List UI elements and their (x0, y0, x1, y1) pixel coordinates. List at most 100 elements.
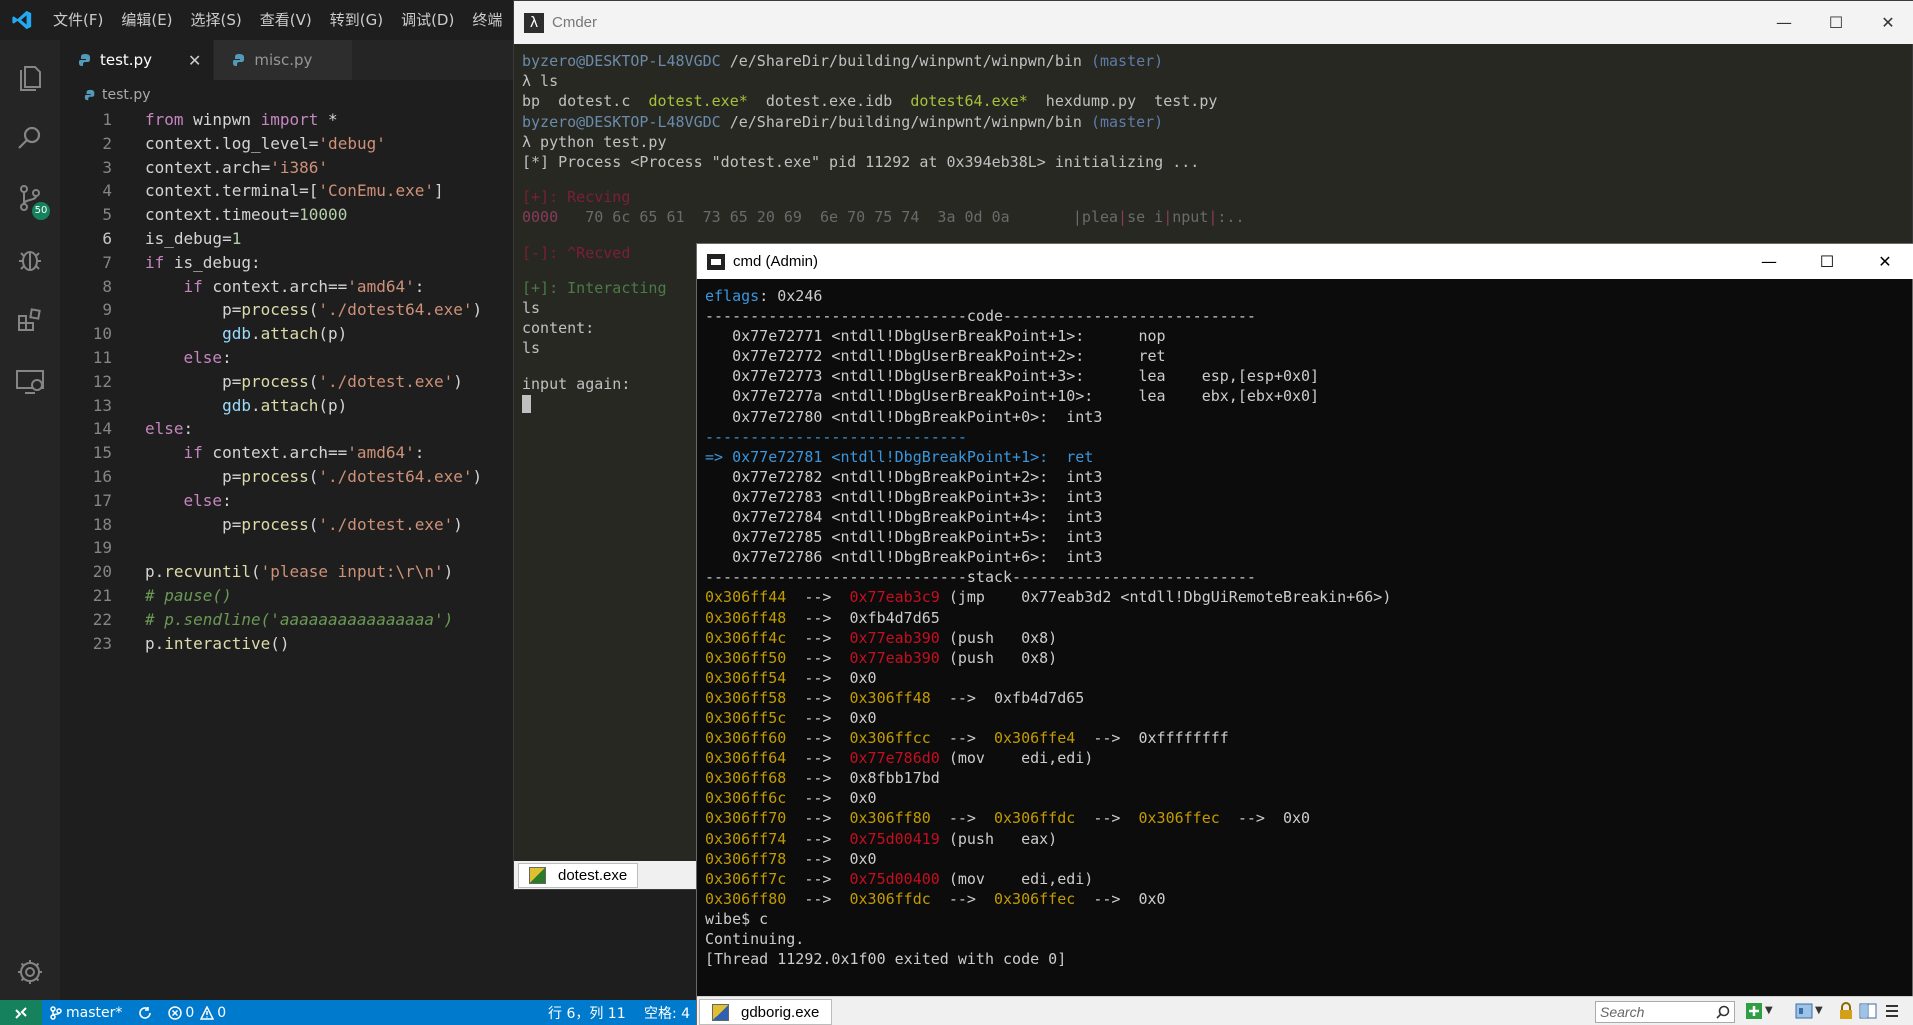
terminal-line: 0x306ff4c --> 0x77eab390 (push 0x8) (705, 628, 1905, 648)
split-view-icon[interactable] (1859, 1002, 1877, 1020)
menu-bar: 文件(F) 编辑(E) 选择(S) 查看(V) 转到(G) 调试(D) 终端 (44, 0, 511, 40)
code-line[interactable]: 6 is_debug=1 (60, 227, 520, 251)
search-icon[interactable] (0, 108, 60, 168)
dropdown-arrow-icon[interactable]: ▼ (1765, 1002, 1783, 1020)
code-line[interactable]: 9 p=process('./dotest64.exe') (60, 298, 520, 322)
terminal-line: 0x306ff78 --> 0x0 (705, 849, 1905, 869)
terminal-text: --> (930, 809, 994, 828)
cursor-position[interactable]: 行 6，列 11 (540, 1003, 634, 1023)
minimize-icon[interactable]: — (1740, 244, 1798, 279)
menu-lines-icon[interactable] (1883, 1002, 1901, 1020)
close-icon[interactable]: ✕ (188, 51, 201, 70)
line-number: 2 (102, 133, 112, 153)
terminal-text: [-]: ^Recved (522, 243, 631, 262)
terminal-text: :.. (1217, 208, 1245, 227)
menu-file[interactable]: 文件(F) (44, 0, 112, 40)
terminal-text: 0x77e72772 <ntdll!DbgUserBreakPoint+2>: … (705, 347, 1166, 366)
code-editor[interactable]: 1 from winpwn import * 2 context.log_level=… (60, 108, 520, 998)
code-line[interactable]: 18 p=process('./dotest.exe') (60, 513, 520, 537)
line-number: 11 (92, 347, 112, 367)
terminal-text: 0x77e72782 <ntdll!DbgBreakPoint+2>: int3 (705, 467, 1103, 486)
source-control-icon[interactable]: 50 (0, 168, 60, 228)
code-line[interactable]: 5 context.timeout=10000 (60, 203, 520, 227)
menu-edit[interactable]: 编辑(E) (112, 0, 181, 40)
code-line[interactable]: 2 context.log_level='debug' (60, 132, 520, 156)
search-icon (1716, 1005, 1730, 1019)
menu-selection[interactable]: 选择(S) (182, 0, 251, 40)
menu-debug[interactable]: 调试(D) (392, 0, 463, 40)
menu-go[interactable]: 转到(G) (321, 0, 392, 40)
explorer-icon[interactable] (0, 46, 60, 106)
terminal-line: 0x306ff44 --> 0x77eab3c9 (jmp 0x77eab3d2… (705, 587, 1905, 607)
code-line[interactable]: 10 gdb.attach(p) (60, 322, 520, 346)
menu-view[interactable]: 查看(V) (251, 0, 321, 40)
terminal-line: 0x306ff80 --> 0x306ffdc --> 0x306ffec --… (705, 889, 1905, 909)
code-line[interactable]: 8 if context.arch=='amd64': (60, 275, 520, 299)
maximize-icon[interactable]: ☐ (1810, 1, 1862, 44)
tab-test-py[interactable]: test.py ✕ (60, 40, 215, 80)
cmder-lambda-icon: λ (524, 12, 544, 33)
code-line[interactable]: 20 p.recvuntil('please input:\r\n') (60, 560, 520, 584)
terminal-text: byzero@DESKTOP-L48VGDC (522, 52, 721, 70)
close-icon[interactable]: ✕ (1862, 1, 1913, 44)
maximize-icon[interactable]: ☐ (1798, 244, 1856, 279)
dropdown-arrow-icon[interactable]: ▼ (1815, 1002, 1833, 1020)
terminal-text: --> (786, 869, 850, 888)
terminal-text: ----------------------------- (705, 427, 967, 446)
code-line[interactable]: 21 # pause() (60, 584, 520, 608)
terminal-text: Continuing. (705, 930, 805, 948)
breadcrumb-file: test.py (102, 87, 151, 103)
terminal-text: 0x306ff7c (705, 869, 787, 888)
terminal-text: /e/ShareDir/building/winpwnt/winpwn/bin (720, 112, 1091, 131)
search-input[interactable]: Search (1595, 1001, 1735, 1023)
console-list-icon[interactable] (1795, 1002, 1813, 1020)
new-console-icon[interactable] (1745, 1002, 1763, 1020)
cmder-tab-label: dotest.exe (558, 867, 628, 884)
lock-icon[interactable] (1837, 1002, 1855, 1020)
minimize-icon[interactable]: — (1758, 1, 1810, 44)
gdborig-console-tab[interactable]: gdborig.exe (699, 999, 833, 1025)
cmd-title-bar[interactable]: cmd (Admin) — ☐ ✕ (697, 244, 1913, 279)
breadcrumb[interactable]: test.py (60, 84, 151, 106)
terminal-line: 0x77e72785 <ntdll!DbgBreakPoint+5>: int3 (705, 527, 1905, 547)
code-line[interactable]: 15 if context.arch=='amd64': (60, 441, 520, 465)
code-line[interactable]: 12 p=process('./dotest.exe') (60, 370, 520, 394)
code-line[interactable]: 1 from winpwn import * (60, 108, 520, 132)
cmder-title-bar[interactable]: λ Cmder — ☐ ✕ (514, 1, 1913, 44)
settings-gear-icon[interactable] (0, 942, 60, 1002)
close-icon[interactable]: ✕ (1856, 244, 1913, 279)
code-line[interactable]: 19 (60, 536, 520, 560)
code-line[interactable]: 17 else: (60, 489, 520, 513)
cmder-console-tab[interactable]: dotest.exe (518, 863, 639, 888)
code-text: context.timeout=10000 (145, 205, 348, 225)
terminal-text: 0x77eab390 (849, 628, 940, 647)
code-line[interactable]: 23 p.interactive() (60, 632, 520, 656)
code-line[interactable]: 11 else: (60, 346, 520, 370)
indentation-status[interactable]: 空格: 4 (636, 1003, 698, 1023)
code-line[interactable]: 16 p=process('./dotest64.exe') (60, 465, 520, 489)
menu-terminal[interactable]: 终端 (463, 0, 511, 40)
extensions-icon[interactable] (0, 290, 60, 350)
terminal-line: [Thread 11292.0x1f00 exited with code 0] (705, 949, 1905, 969)
code-line[interactable]: 3 context.arch='i386' (60, 156, 520, 180)
code-line[interactable]: 7 if is_debug: (60, 251, 520, 275)
code-line[interactable]: 22 # p.sendline('aaaaaaaaaaaaaaaa') (60, 608, 520, 632)
branch-status[interactable]: master* (42, 1005, 130, 1021)
code-line[interactable]: 4 context.terminal=['ConEmu.exe'] (60, 179, 520, 203)
problems-status[interactable]: 0 0 (160, 1005, 234, 1021)
code-line[interactable]: 14 else: (60, 417, 520, 441)
gdb-terminal-output[interactable]: eflags: 0x246 ---------------------------… (705, 286, 1905, 969)
sync-icon[interactable] (130, 1006, 160, 1020)
tab-misc-py[interactable]: misc.py (214, 40, 354, 80)
cmd-console-icon (707, 253, 725, 270)
debug-icon[interactable] (0, 230, 60, 290)
terminal-line: λ ls (522, 71, 1902, 91)
text-cursor (522, 395, 531, 414)
code-line[interactable]: 13 gdb.attach(p) (60, 394, 520, 418)
terminal-line: 0x77e72772 <ntdll!DbgUserBreakPoint+2>: … (705, 346, 1905, 366)
remote-indicator-icon[interactable] (0, 1000, 42, 1025)
terminal-text: (push eax) (939, 829, 1058, 848)
remote-explorer-icon[interactable] (0, 352, 60, 412)
terminal-text: --> 0x0 (786, 849, 877, 868)
